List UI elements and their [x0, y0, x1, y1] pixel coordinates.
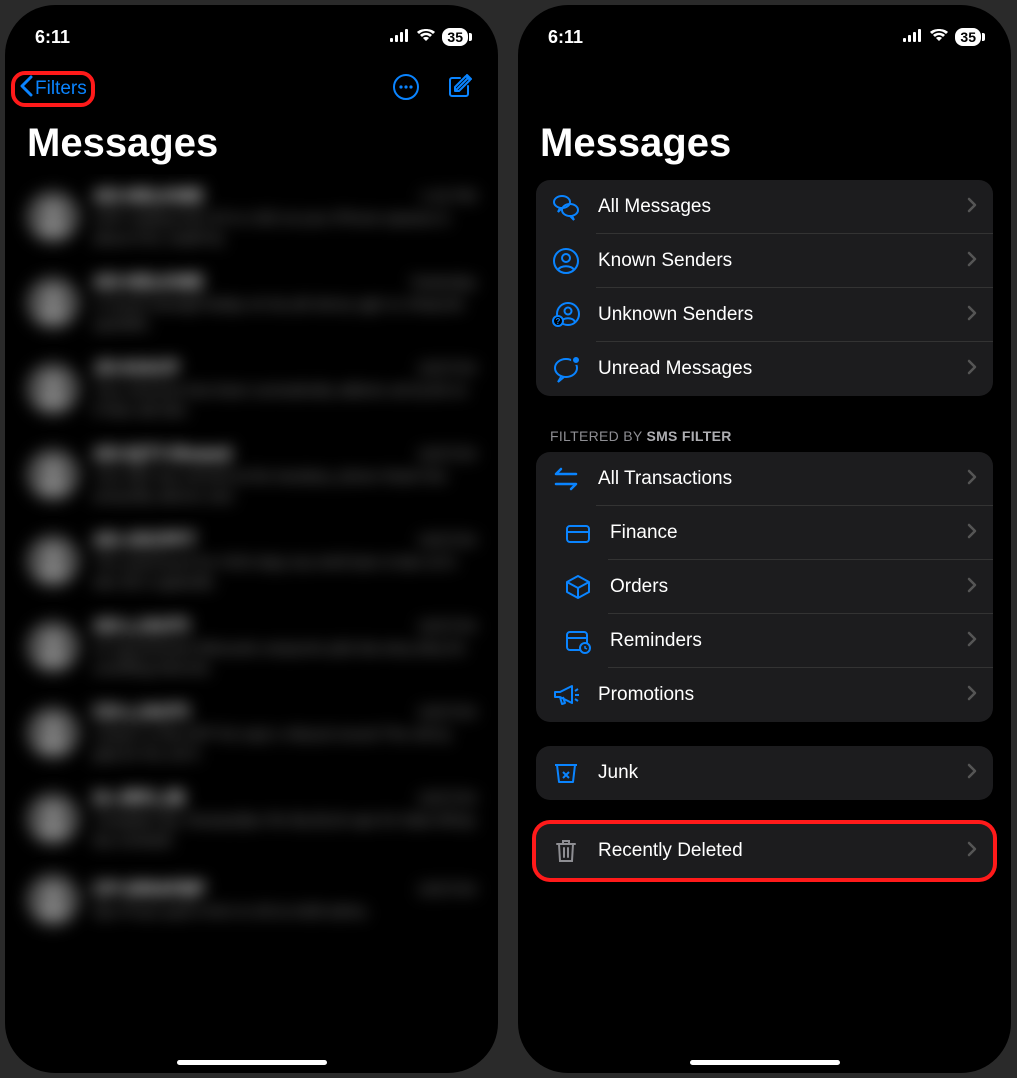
filter-group-main: All Messages Known Senders ? Unknown Sen…	[536, 180, 993, 396]
section-header-sms-filter: Filtered by SMS Filter	[536, 414, 993, 452]
filter-known-senders[interactable]: Known Senders	[536, 234, 993, 288]
filter-label: All Messages	[598, 196, 949, 218]
chevron-right-icon	[967, 577, 977, 598]
home-indicator[interactable]	[177, 1060, 327, 1065]
junk-bin-icon	[552, 759, 580, 787]
megaphone-icon	[552, 681, 580, 709]
message-row: CD-LJAOTI10/27/24Lisiaon w thq OFP fot o…	[11, 690, 492, 776]
avatar-icon	[27, 535, 79, 587]
user-question-icon: ?	[552, 301, 580, 329]
chevron-right-icon	[967, 359, 977, 380]
filter-group-transactions: All Transactions Finance Orders	[536, 452, 993, 722]
filter-orders[interactable]: Orders	[536, 560, 993, 614]
filter-label: Promotions	[598, 684, 949, 706]
message-list[interactable]: AD-HDLKWE1:42 PMOHF trading hem ID to US…	[5, 174, 498, 1073]
message-row: AD-LJAOTI10/27/24At squoshreant tMsoueto…	[11, 604, 492, 690]
more-button[interactable]	[392, 73, 420, 106]
back-label: Filters	[35, 78, 87, 100]
filter-recently-deleted[interactable]: Recently Deleted	[536, 824, 993, 878]
filter-label: Reminders	[610, 630, 949, 652]
filter-unread-messages[interactable]: Unread Messages	[536, 342, 993, 396]
wifi-icon	[929, 28, 949, 47]
wifi-icon	[416, 28, 436, 47]
credit-card-icon	[564, 519, 592, 547]
filter-label: Unread Messages	[598, 358, 949, 380]
page-title: Messages	[518, 115, 1011, 174]
filter-all-transactions[interactable]: All Transactions	[536, 452, 993, 506]
status-icons: 35	[903, 28, 981, 47]
avatar-icon	[27, 363, 79, 415]
chat-badge-icon	[552, 355, 580, 383]
filter-group-junk: Junk	[536, 746, 993, 800]
avatar-icon	[27, 793, 79, 845]
battery-icon: 35	[955, 28, 981, 46]
avatar-icon	[27, 277, 79, 329]
filter-reminders[interactable]: Reminders	[536, 614, 993, 668]
chevron-right-icon	[967, 251, 977, 272]
filter-label: Known Senders	[598, 250, 949, 272]
filter-promotions[interactable]: Promotions	[536, 668, 993, 722]
trash-icon	[552, 837, 580, 865]
filters-list: All Messages Known Senders ? Unknown Sen…	[518, 174, 1011, 908]
message-row: AD-HDLKWE1:42 PMOHF trading hem ID to US…	[11, 174, 492, 260]
status-time: 6:11	[35, 27, 70, 48]
battery-icon: 35	[442, 28, 468, 46]
chevron-right-icon	[967, 841, 977, 862]
chevron-right-icon	[967, 631, 977, 652]
filter-label: Junk	[598, 762, 949, 784]
chevron-right-icon	[967, 685, 977, 706]
avatar-icon	[27, 707, 79, 759]
chevron-right-icon	[967, 523, 977, 544]
status-time: 6:11	[548, 27, 583, 48]
home-indicator[interactable]	[690, 1060, 840, 1065]
filter-label: Recently Deleted	[598, 840, 949, 862]
filter-group-recently-deleted: Recently Deleted	[536, 824, 993, 878]
filter-label: All Transactions	[598, 468, 949, 490]
filter-unknown-senders[interactable]: ? Unknown Senders	[536, 288, 993, 342]
message-row: JO-KIACP10/27/24Your amrount has bean ou…	[11, 346, 492, 432]
avatar-icon	[27, 621, 79, 673]
calendar-clock-icon	[564, 627, 592, 655]
message-row: AD-HDLKWEYesterdayA result reavegli twdq…	[11, 260, 492, 346]
chevron-right-icon	[967, 469, 977, 490]
back-filters-button[interactable]: Filters	[11, 71, 95, 107]
filter-finance[interactable]: Finance	[536, 506, 993, 560]
cellular-icon	[390, 28, 410, 47]
arrows-exchange-icon	[552, 465, 580, 493]
box-icon	[564, 573, 592, 601]
filter-junk[interactable]: Junk	[536, 746, 993, 800]
chevron-right-icon	[967, 305, 977, 326]
user-circle-icon	[552, 247, 580, 275]
nav-bar: Filters	[5, 59, 498, 115]
chat-bubbles-icon	[552, 193, 580, 221]
chevron-right-icon	[967, 197, 977, 218]
filter-label: Orders	[610, 576, 949, 598]
cellular-icon	[903, 28, 923, 47]
svg-text:?: ?	[556, 317, 561, 326]
message-row: IA-JRFLJB10/27/24Trewptlsn By. thsanpofj…	[11, 776, 492, 862]
messages-filters-screen: 6:11 35 Messages All Messages	[518, 5, 1011, 1073]
status-icons: 35	[390, 28, 468, 47]
avatar-icon	[27, 449, 79, 501]
avatar-icon	[27, 191, 79, 243]
filter-all-messages[interactable]: All Messages	[536, 180, 993, 234]
chevron-right-icon	[967, 763, 977, 784]
compose-button[interactable]	[446, 74, 472, 105]
avatar-icon	[27, 874, 79, 926]
chevron-left-icon	[19, 75, 33, 103]
message-row: AD-JOCPFT10/27/24The automount for HGN d…	[11, 518, 492, 604]
filter-label: Unknown Senders	[598, 304, 949, 326]
filter-label: Finance	[610, 522, 949, 544]
message-row: AD-IQTY-Rnwed10/27/24Your lqm has arrive…	[11, 432, 492, 518]
status-bar: 6:11 35	[5, 5, 498, 59]
status-bar: 6:11 35	[518, 5, 1011, 59]
page-title: Messages	[5, 115, 498, 174]
messages-inbox-screen: 6:11 35 Filters Messages	[5, 5, 498, 1073]
message-row: CP-GRIAFBP10/27/24Njo Proas qudi it limn…	[11, 862, 492, 938]
